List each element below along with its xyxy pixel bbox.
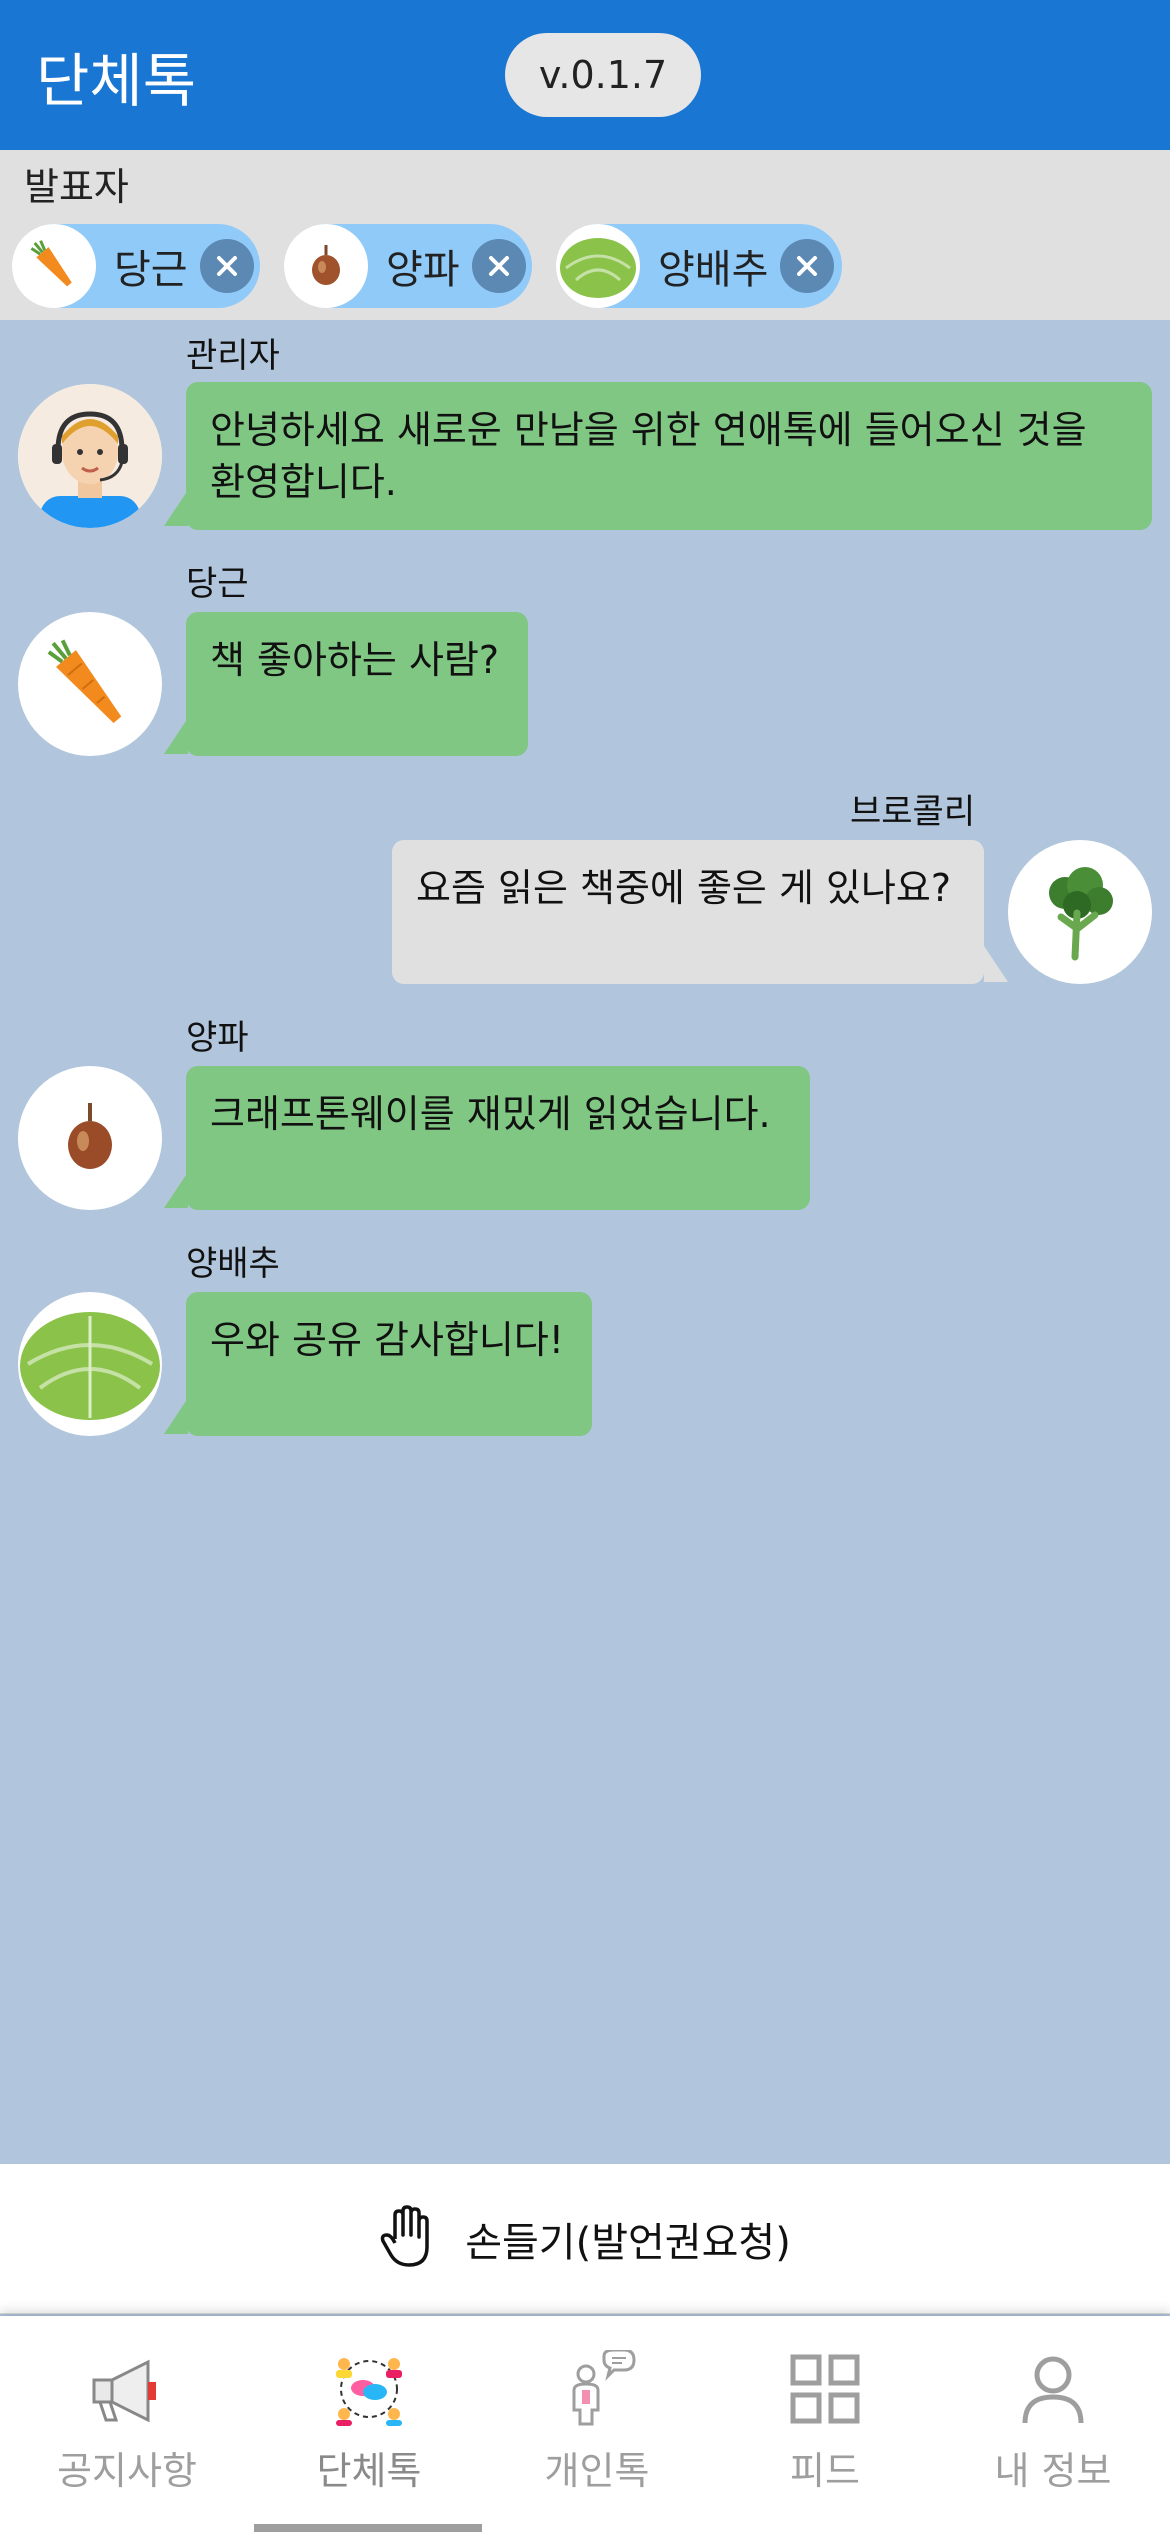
message-text-line2: 환영합니다. bbox=[210, 460, 397, 504]
message-bubble[interactable]: 우와 공유 감사합니다! bbox=[186, 1292, 592, 1436]
presenter-chip-name: 양배추 bbox=[658, 247, 769, 293]
active-tab-indicator bbox=[254, 2524, 482, 2532]
close-icon[interactable] bbox=[471, 239, 526, 293]
nav-label: 내 정보 bbox=[994, 2449, 1112, 2493]
megaphone-icon bbox=[88, 2350, 166, 2428]
bubble-tail bbox=[164, 1172, 188, 1208]
cabbage-avatar[interactable] bbox=[18, 1292, 162, 1436]
message-sender: 당근 bbox=[186, 564, 249, 604]
version-badge: v.0.1.7 bbox=[505, 33, 701, 117]
presenters-label: 발표자 bbox=[24, 165, 129, 209]
message-bubble[interactable]: 책 좋아하는 사람? bbox=[186, 612, 528, 756]
carrot-avatar bbox=[12, 224, 96, 308]
message-bubble[interactable]: 크래프톤웨이를 재밌게 읽었습니다. bbox=[186, 1066, 810, 1210]
app-bar: 단체톡 v.0.1.7 bbox=[0, 0, 1170, 150]
presenter-chip-name: 양파 bbox=[386, 247, 460, 293]
bubble-tail bbox=[164, 718, 188, 754]
presenter-chip-onion[interactable]: 양파 bbox=[284, 224, 532, 308]
raise-hand-label: 손들기(발언권요청) bbox=[465, 2219, 791, 2266]
nav-label: 단체톡 bbox=[316, 2449, 422, 2493]
presenter-chip-carrot[interactable]: 당근 bbox=[12, 224, 260, 308]
person-chat-icon bbox=[558, 2350, 636, 2428]
grid-icon bbox=[786, 2350, 864, 2428]
nav-item-my-info[interactable]: 내 정보 bbox=[936, 2316, 1170, 2532]
bottom-navigation: 공지사항 단체톡 개인톡 피드 내 정보 bbox=[0, 2316, 1170, 2532]
presenters-panel: 발표자 당근 양파 양배추 bbox=[0, 150, 1170, 320]
nav-item-feed[interactable]: 피드 bbox=[708, 2316, 942, 2532]
nav-item-notices[interactable]: 공지사항 bbox=[10, 2316, 244, 2532]
raised-hand-icon bbox=[379, 2204, 435, 2273]
presenter-chip-name: 당근 bbox=[114, 247, 188, 293]
carrot-avatar[interactable] bbox=[18, 612, 162, 756]
nav-label: 공지사항 bbox=[57, 2449, 197, 2493]
admin-avatar[interactable] bbox=[18, 384, 162, 528]
message-bubble[interactable]: 요즘 읽은 책중에 좋은 게 있나요? bbox=[392, 840, 984, 984]
profile-icon bbox=[1014, 2350, 1092, 2428]
nav-label: 피드 bbox=[790, 2449, 860, 2493]
nav-label: 개인톡 bbox=[544, 2449, 650, 2493]
bubble-tail bbox=[164, 490, 188, 526]
page-title: 단체톡 bbox=[36, 47, 197, 115]
message-sender: 관리자 bbox=[186, 336, 280, 376]
raise-hand-button[interactable]: 손들기(발언권요청) bbox=[0, 2164, 1170, 2314]
cabbage-avatar bbox=[556, 224, 640, 308]
bubble-tail bbox=[164, 1398, 188, 1434]
nav-item-private-chat[interactable]: 개인톡 bbox=[480, 2316, 714, 2532]
broccoli-avatar[interactable] bbox=[1008, 840, 1152, 984]
bubble-tail bbox=[984, 946, 1008, 982]
message-bubble[interactable]: 안녕하세요 새로운 만남을 위한 연애톡에 들어오신 것을 환영합니다. bbox=[186, 382, 1152, 530]
presenter-chip-cabbage[interactable]: 양배추 bbox=[556, 224, 842, 308]
message-sender: 양파 bbox=[186, 1018, 249, 1058]
close-icon[interactable] bbox=[199, 239, 254, 293]
close-icon[interactable] bbox=[780, 239, 835, 293]
onion-avatar bbox=[284, 224, 368, 308]
group-chat-icon bbox=[330, 2350, 408, 2428]
message-sender: 양배추 bbox=[186, 1244, 280, 1284]
nav-item-group-chat[interactable]: 단체톡 bbox=[252, 2316, 486, 2532]
message-text-line1: 안녕하세요 새로운 만남을 위한 연애톡에 들어오신 것을 bbox=[210, 408, 1087, 452]
onion-avatar[interactable] bbox=[18, 1066, 162, 1210]
message-sender: 브로콜리 bbox=[850, 792, 976, 832]
